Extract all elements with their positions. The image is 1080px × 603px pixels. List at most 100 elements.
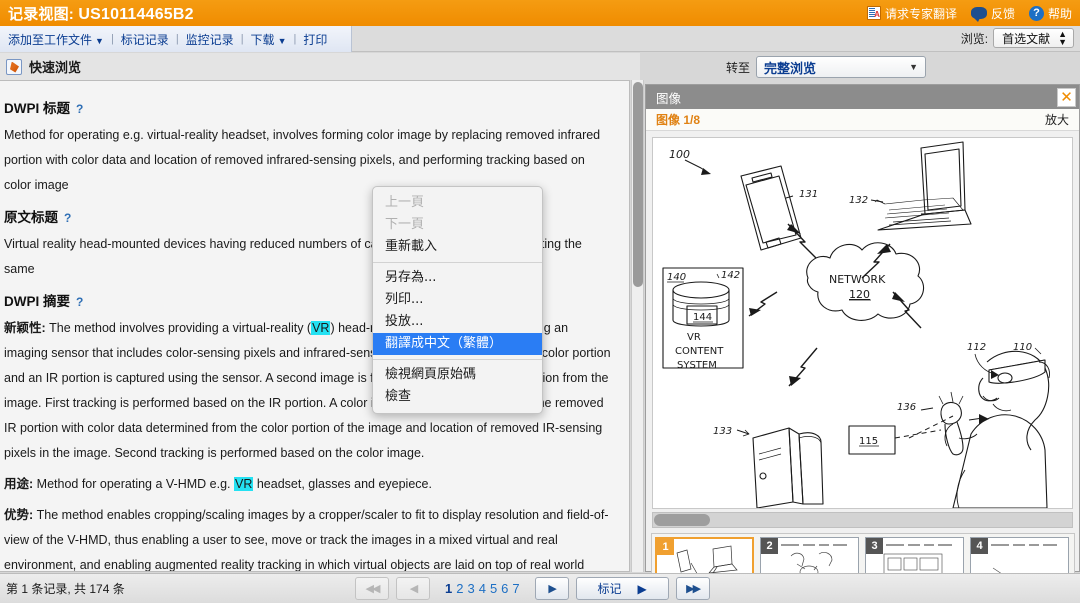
figure-horizontal-scrollbar[interactable] bbox=[652, 512, 1073, 528]
section-heading-dwpi-title: DWPI 标题 ? bbox=[4, 97, 615, 117]
left-arrow-icon: ◀ bbox=[409, 583, 419, 595]
page-number-2[interactable]: 2 bbox=[456, 581, 463, 596]
add-to-work-file-label: 添加至工作文件 bbox=[8, 32, 93, 47]
context-menu-item-reload[interactable]: 重新載入 bbox=[373, 236, 542, 258]
svg-text:120: 120 bbox=[849, 288, 870, 301]
add-to-work-file-button[interactable]: 添加至工作文件 ▼ bbox=[8, 31, 104, 48]
page-title-label: 记录视图: bbox=[8, 5, 74, 23]
context-menu-item-cast[interactable]: 投放... bbox=[373, 311, 542, 333]
chevron-down-icon: ▼ bbox=[95, 35, 104, 46]
document-scrollbar[interactable] bbox=[631, 80, 644, 572]
svg-text:132: 132 bbox=[849, 195, 868, 206]
download-label: 下载 bbox=[250, 32, 275, 47]
image-counter: 图像 1/8 bbox=[656, 113, 701, 127]
browse-select[interactable]: 首选文献 ▲ ▼ bbox=[993, 28, 1074, 48]
context-menu-item-view-source[interactable]: 檢視網頁原始碼 bbox=[373, 364, 542, 386]
toolbar-separator: | bbox=[293, 33, 297, 45]
svg-text:SYSTEM: SYSTEM bbox=[677, 360, 717, 371]
context-menu-separator bbox=[373, 262, 542, 263]
previous-page-button: ◀ bbox=[396, 577, 430, 600]
help-icon[interactable]: ? bbox=[64, 211, 71, 225]
right-arrow-icon: ▶ bbox=[637, 581, 647, 596]
goto-label: 转至 bbox=[726, 60, 751, 75]
patent-figure-svg: 131 132 NETWORK 120 144 140 142 VR CONTE… bbox=[653, 138, 1072, 508]
svg-text:115: 115 bbox=[859, 436, 878, 447]
secondary-toolbar: 添加至工作文件 ▼ | 标记记录 | 监控记录 | 下载 ▼ | 打印 浏览: 首选… bbox=[0, 26, 1080, 52]
advantage-label: 优势: bbox=[4, 508, 34, 522]
page-number-7[interactable]: 7 bbox=[512, 581, 519, 596]
context-menu-item-print[interactable]: 列印... bbox=[373, 289, 542, 311]
page-number-5[interactable]: 5 bbox=[490, 581, 497, 596]
document-icon bbox=[6, 58, 22, 75]
svg-text:NETWORK: NETWORK bbox=[829, 273, 886, 286]
chevron-down-icon: ▼ bbox=[909, 62, 919, 72]
browser-context-menu[interactable]: 上一頁 下一頁 重新載入 另存為... 列印... 投放... 翻譯成中文（繁體… bbox=[372, 186, 543, 414]
patent-figure[interactable]: 131 132 NETWORK 120 144 140 142 VR CONTE… bbox=[652, 137, 1073, 509]
mark-record-button[interactable]: 标记记录 bbox=[121, 31, 169, 48]
toolbar-separator: | bbox=[110, 33, 114, 45]
thumbnail-number: 2 bbox=[761, 538, 778, 554]
mark-button[interactable]: 标记 ▶ bbox=[575, 577, 669, 600]
help-icon[interactable]: ? bbox=[76, 102, 83, 116]
svg-text:133: 133 bbox=[713, 426, 732, 437]
expert-translate-link[interactable]: 请求专家翻译 bbox=[866, 5, 957, 22]
image-panel-title: 图像 bbox=[656, 91, 682, 106]
help-icon[interactable]: ? bbox=[76, 295, 83, 309]
mark-button-label: 标记 bbox=[597, 582, 622, 596]
monitor-record-button[interactable]: 监控记录 bbox=[186, 31, 234, 48]
speech-bubble-icon bbox=[970, 7, 987, 22]
context-menu-item-inspect[interactable]: 檢查 bbox=[373, 386, 542, 408]
page-number-6[interactable]: 6 bbox=[501, 581, 508, 596]
page-title: 记录视图: US10114465B2 bbox=[0, 3, 194, 24]
page-number-3[interactable]: 3 bbox=[467, 581, 474, 596]
quickview-header: 快速浏览 bbox=[0, 53, 640, 80]
goto-view-control: 转至 完整浏览 ▼ bbox=[726, 56, 927, 78]
download-button[interactable]: 下载 ▼ bbox=[251, 31, 287, 48]
svg-text:144: 144 bbox=[693, 312, 712, 323]
expert-translate-label: 请求专家翻译 bbox=[884, 6, 957, 21]
question-mark-icon: ? bbox=[1028, 5, 1044, 21]
page-number-1[interactable]: 1 bbox=[445, 581, 452, 596]
goto-select-value: 完整浏览 bbox=[764, 60, 817, 76]
page-number-4[interactable]: 4 bbox=[479, 581, 486, 596]
svg-text:136: 136 bbox=[897, 402, 916, 413]
title-bar-links: 请求专家翻译 反馈 ? 帮助 bbox=[866, 5, 1080, 22]
double-right-arrow-icon: ▶▶ bbox=[686, 583, 701, 595]
highlight-vr: VR bbox=[311, 321, 331, 335]
context-menu-item-translate[interactable]: 翻譯成中文（繁體） bbox=[373, 333, 542, 355]
chevron-down-icon: ▼ bbox=[277, 35, 287, 46]
help-link[interactable]: ? 帮助 bbox=[1028, 5, 1072, 22]
print-button[interactable]: 打印 bbox=[303, 31, 327, 48]
context-menu-item-forward: 下一頁 bbox=[385, 217, 425, 232]
goto-select[interactable]: 完整浏览 ▼ bbox=[756, 56, 927, 78]
thumbnail-number: 3 bbox=[866, 538, 883, 554]
scrollbar-thumb[interactable] bbox=[633, 82, 643, 287]
close-icon[interactable]: ✕ bbox=[1057, 87, 1076, 107]
last-page-button[interactable]: ▶▶ bbox=[675, 577, 710, 600]
translate-icon bbox=[866, 6, 881, 20]
help-label: 帮助 bbox=[1047, 6, 1072, 21]
context-menu-separator bbox=[373, 359, 542, 360]
right-arrow-icon: ▶ bbox=[548, 583, 557, 595]
next-page-button[interactable]: ▶ bbox=[534, 577, 569, 600]
browse-selector: 浏览: 首选文献 ▲ ▼ bbox=[961, 28, 1074, 48]
record-id: US10114465B2 bbox=[78, 5, 194, 23]
highlight-vr: VR bbox=[233, 477, 254, 491]
svg-text:100: 100 bbox=[669, 148, 690, 161]
use-text-part2: headset, glasses and eyepiece. bbox=[253, 477, 432, 491]
svg-text:112: 112 bbox=[967, 342, 986, 353]
scrollbar-thumb[interactable] bbox=[654, 514, 710, 526]
browse-label: 浏览: bbox=[960, 31, 989, 46]
context-menu-item-save-as[interactable]: 另存為... bbox=[373, 267, 542, 289]
double-left-arrow-icon: ◀◀ bbox=[365, 583, 381, 595]
section-heading-text: DWPI 标题 bbox=[4, 101, 70, 116]
image-panel-subheader: 图像 1/8 放大 bbox=[646, 109, 1079, 131]
bottom-navigation-bar: 第 1 条记录, 共 174 条 ◀◀ ◀ 1 2 3 4 5 6 7 ▶ 标记 bbox=[0, 573, 1080, 603]
zoom-in-link[interactable]: 放大 bbox=[1045, 111, 1069, 128]
svg-text:VR: VR bbox=[687, 332, 701, 343]
feedback-link[interactable]: 反馈 bbox=[970, 5, 1015, 22]
thumbnail-number: 4 bbox=[971, 538, 988, 554]
svg-text:110: 110 bbox=[1013, 342, 1032, 353]
toolbar-actions: 添加至工作文件 ▼ | 标记记录 | 监控记录 | 下载 ▼ | 打印 bbox=[0, 26, 352, 52]
updown-arrows-icon: ▲ ▼ bbox=[1058, 29, 1067, 47]
